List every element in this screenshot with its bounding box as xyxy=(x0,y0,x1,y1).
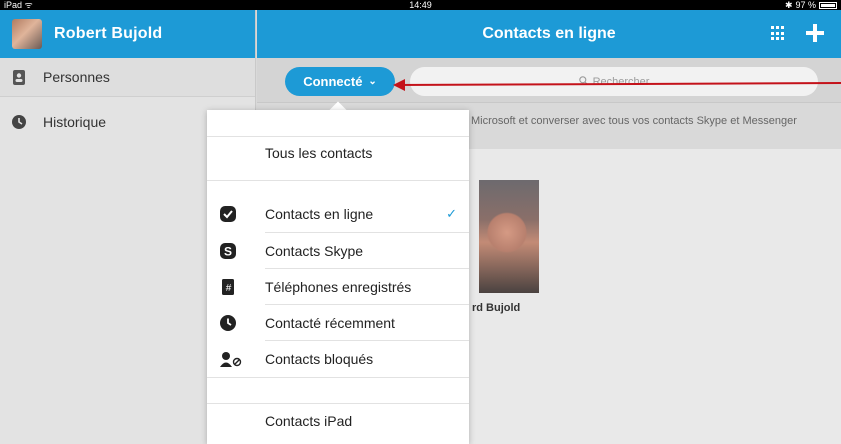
contacts-filter-menu: Tous les contacts Contacts en ligne ✓ S … xyxy=(207,110,469,444)
menu-item-label: Contacts en ligne xyxy=(265,206,374,222)
avatar[interactable] xyxy=(12,19,42,49)
clock-icon xyxy=(12,114,26,130)
page-title: Contacts en ligne xyxy=(482,25,616,42)
presence-filter-button[interactable]: Connecté ⌄ xyxy=(285,67,395,96)
blocked-contacts-icon xyxy=(220,351,242,367)
divider xyxy=(207,136,469,137)
dialpad-icon[interactable] xyxy=(771,26,786,41)
phone-book-icon: # xyxy=(220,279,236,295)
checkmark-icon: ✓ xyxy=(446,206,457,221)
add-icon[interactable] xyxy=(804,22,826,44)
toolbar: Connecté ⌄ Rechercher xyxy=(257,58,841,103)
menu-item-label: Tous les contacts xyxy=(265,145,373,161)
divider xyxy=(207,377,469,378)
status-bar: iPad ᯤ 14:49 ✱ 97 % xyxy=(0,0,841,10)
sidebar-item-label: Historique xyxy=(43,113,107,130)
divider xyxy=(265,232,469,233)
contact-card-icon xyxy=(12,69,26,85)
menu-item-label: Contacts Skype xyxy=(265,243,364,259)
menu-item-label: Contacté récemment xyxy=(265,315,395,331)
sidebar-item-label: Personnes xyxy=(43,69,110,85)
contact-name[interactable]: rd Bujold xyxy=(472,302,520,314)
main-header: Contacts en ligne xyxy=(257,10,841,58)
battery-icon xyxy=(819,1,837,9)
clock-icon xyxy=(220,315,236,331)
contact-avatar[interactable] xyxy=(479,180,539,293)
bluetooth-icon: ✱ xyxy=(784,0,793,10)
skype-icon: S xyxy=(220,243,236,259)
menu-item-label: Contacts bloqués xyxy=(265,351,374,367)
screen: iPad ᯤ 14:49 ✱ 97 % Robert Bujold Person… xyxy=(0,0,841,444)
status-right: ✱ 97 % xyxy=(785,0,837,10)
search-placeholder: Rechercher xyxy=(592,75,650,88)
online-contacts-icon xyxy=(220,206,236,222)
presence-filter-label: Connecté xyxy=(303,74,363,89)
clock: 14:49 xyxy=(409,0,432,10)
banner-text: Microsoft et converser avec tous vos con… xyxy=(471,115,797,127)
profile-header[interactable]: Robert Bujold xyxy=(0,10,255,58)
search-icon xyxy=(578,75,588,88)
svg-text:S: S xyxy=(224,245,232,259)
divider xyxy=(207,180,469,181)
menu-item-label: Téléphones enregistrés xyxy=(265,279,412,295)
chevron-down-icon: ⌄ xyxy=(368,76,377,87)
battery-percent: 97 % xyxy=(795,0,816,10)
menu-item-label: Contacts iPad xyxy=(265,413,353,429)
sidebar-item-personnes[interactable]: Personnes xyxy=(0,58,255,97)
divider xyxy=(265,268,469,269)
svg-text:#: # xyxy=(226,283,232,294)
divider xyxy=(265,340,469,341)
divider xyxy=(265,304,469,305)
annotation-arrow-head xyxy=(393,79,405,91)
profile-name: Robert Bujold xyxy=(54,25,163,42)
divider xyxy=(207,403,469,404)
